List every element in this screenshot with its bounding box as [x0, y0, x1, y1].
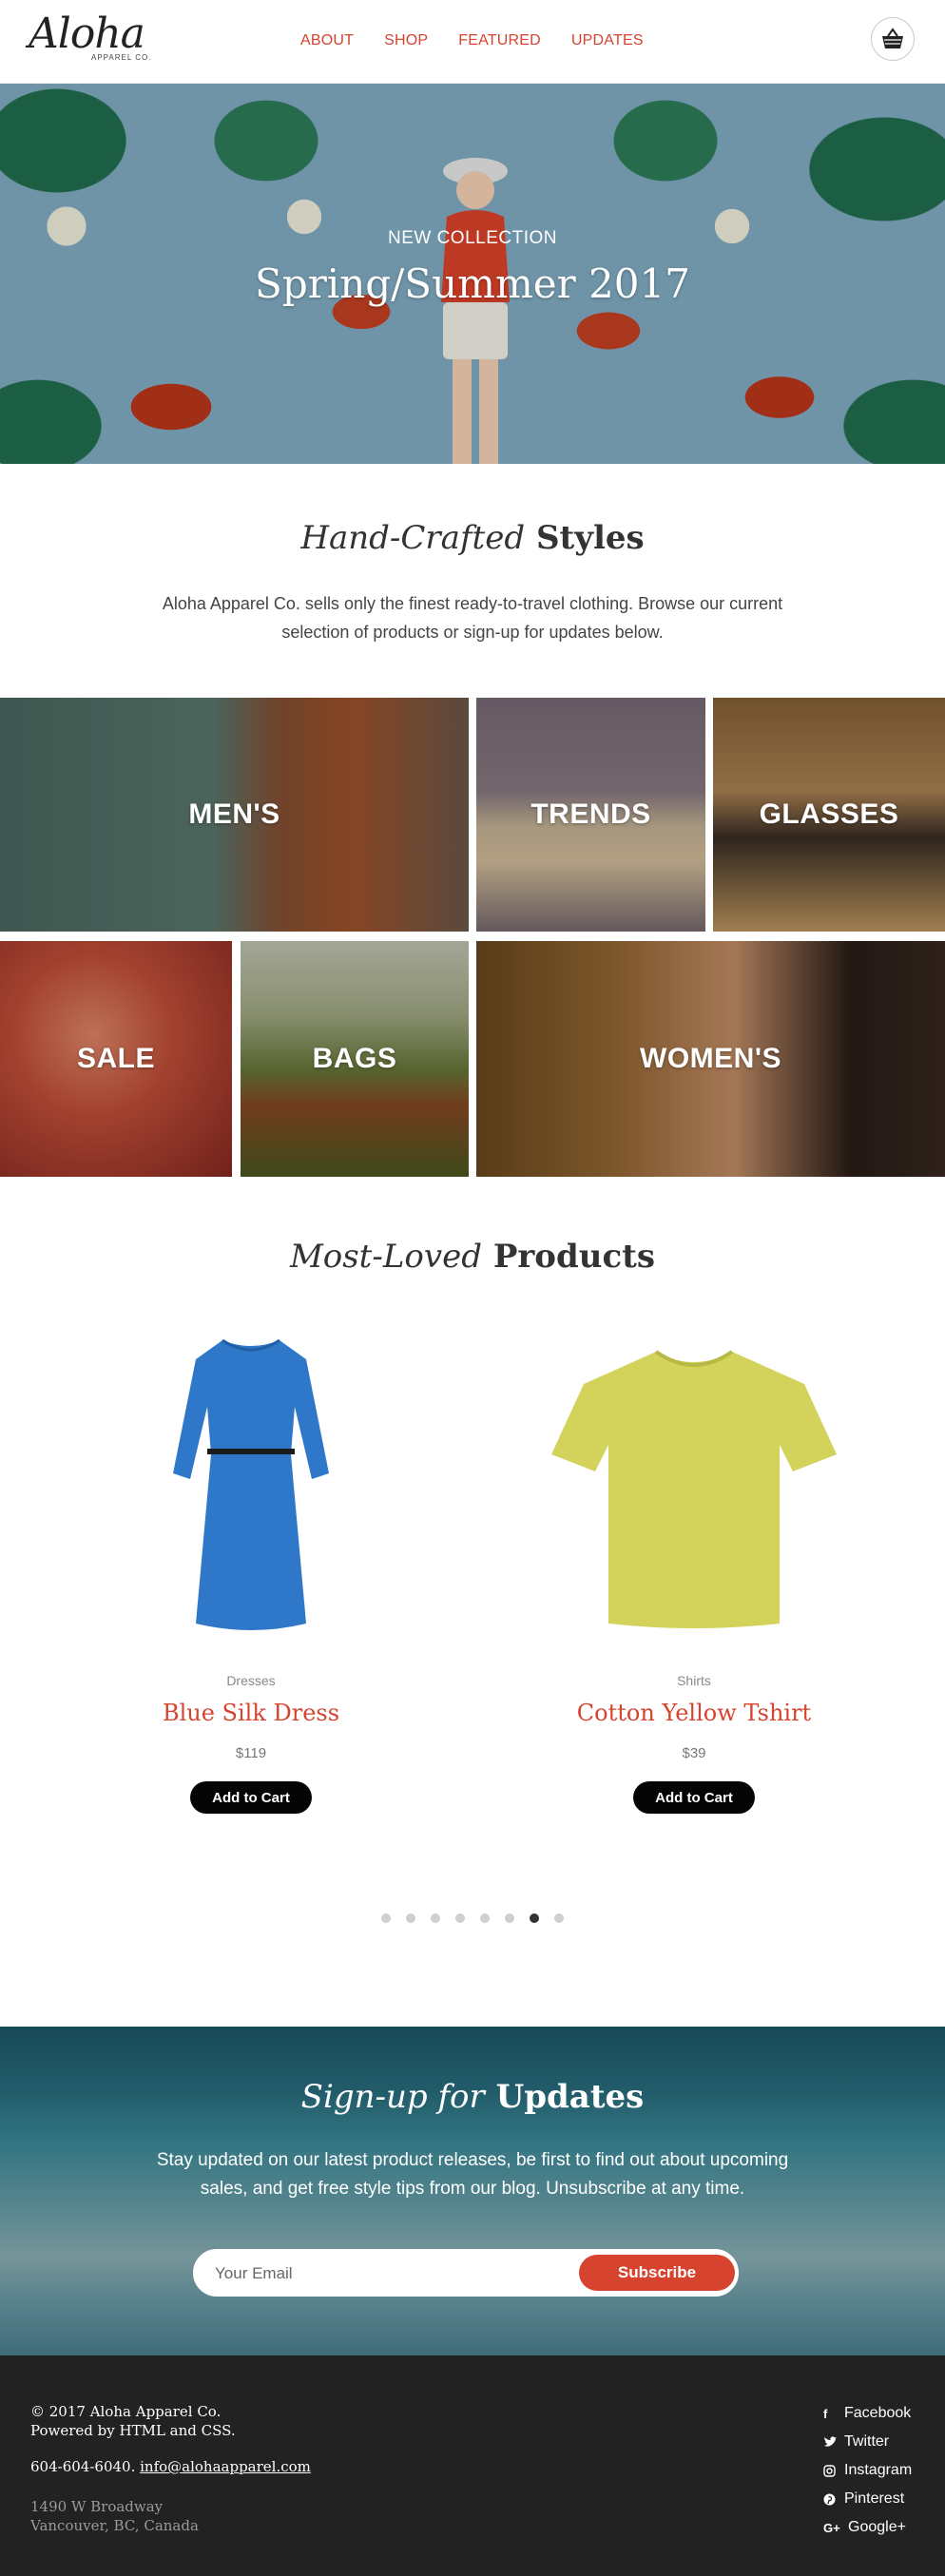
add-to-cart-button[interactable]: Add to Cart: [633, 1781, 755, 1814]
intro-text: Aloha Apparel Co. sells only the finest …: [162, 594, 783, 642]
product-price: $119: [235, 1745, 267, 1761]
product-category: Shirts: [677, 1673, 711, 1688]
intro-heading-bold: Styles: [535, 519, 645, 557]
social-label: Google+: [848, 2519, 906, 2535]
social-twitter[interactable]: Twitter: [823, 2428, 912, 2456]
products-heading: Most-Loved Products: [0, 1238, 945, 1276]
pinterest-icon: [823, 2493, 844, 2506]
products-heading-italic: Most-Loved: [289, 1238, 482, 1276]
category-label: BAGS: [312, 1043, 397, 1074]
carousel-dot[interactable]: [406, 1913, 415, 1923]
social-label: Instagram: [844, 2462, 913, 2478]
footer-address-line1: 1490 W Broadway: [30, 2498, 164, 2515]
category-tile-sale[interactable]: SALE: [0, 941, 232, 1177]
category-label: GLASSES: [759, 798, 899, 830]
hero-banner: NEW COLLECTION Spring/Summer 2017: [0, 84, 945, 464]
main-nav: ABOUT SHOP FEATURED UPDATES: [300, 32, 644, 49]
footer-contact: 604-604-6040. info@alohaapparel.com: [30, 2458, 311, 2475]
footer-phone: 604-604-6040.: [30, 2458, 136, 2475]
footer-copyright: © 2017 Aloha Apparel Co.: [30, 2403, 222, 2420]
carousel-dot[interactable]: [381, 1913, 391, 1923]
social-label: Twitter: [844, 2433, 890, 2450]
hero-title: Spring/Summer 2017: [255, 260, 690, 307]
carousel-dot[interactable]: [431, 1913, 440, 1923]
nav-shop[interactable]: SHOP: [384, 32, 428, 49]
nav-about[interactable]: ABOUT: [300, 32, 354, 49]
category-tile-bags[interactable]: BAGS: [241, 941, 469, 1177]
carousel-dot[interactable]: [455, 1913, 465, 1923]
nav-featured[interactable]: FEATURED: [458, 32, 541, 49]
product-name[interactable]: Cotton Yellow Tshirt: [523, 1700, 865, 1726]
category-tile-womens[interactable]: WOMEN'S: [476, 941, 945, 1177]
cart-button[interactable]: [871, 17, 915, 61]
category-label: TRENDS: [530, 798, 651, 830]
nav-updates[interactable]: UPDATES: [571, 32, 644, 49]
instagram-icon: [823, 2464, 844, 2477]
site-footer: © 2017 Aloha Apparel Co. Powered by HTML…: [0, 2355, 945, 2576]
footer-email-link[interactable]: info@alohaapparel.com: [140, 2458, 311, 2475]
subscribe-button[interactable]: Subscribe: [579, 2255, 735, 2291]
category-label: WOMEN'S: [640, 1043, 781, 1074]
product-price: $39: [682, 1745, 706, 1761]
carousel-dot-active[interactable]: [530, 1913, 539, 1923]
basket-icon: [882, 28, 903, 48]
yellow-tshirt-image[interactable]: [523, 1331, 865, 1644]
category-tile-glasses[interactable]: GLASSES: [713, 698, 945, 932]
social-pinterest[interactable]: Pinterest: [823, 2485, 912, 2513]
social-facebook[interactable]: f Facebook: [823, 2399, 912, 2428]
category-label: SALE: [76, 1043, 155, 1074]
product-category: Dresses: [226, 1673, 276, 1688]
signup-form: Subscribe: [193, 2249, 739, 2297]
products-heading-bold: Products: [492, 1238, 656, 1276]
social-label: Pinterest: [844, 2490, 905, 2507]
category-tile-mens[interactable]: MEN'S: [0, 698, 469, 932]
signup-heading-bold: Updates: [495, 2078, 645, 2116]
signup-heading: Sign-up for Updates: [0, 2078, 945, 2116]
email-input[interactable]: [215, 2262, 576, 2285]
footer-address-line2: Vancouver, BC, Canada: [30, 2517, 199, 2534]
signup-text: Stay updated on our latest product relea…: [156, 2150, 789, 2199]
social-links: f Facebook Twitter Instagram Pinterest G…: [823, 2399, 912, 2542]
hero-kicker: NEW COLLECTION: [387, 228, 558, 248]
signup-section: Sign-up for Updates Stay updated on our …: [0, 2027, 945, 2355]
intro-heading-italic: Hand-Crafted: [300, 519, 526, 557]
social-instagram[interactable]: Instagram: [823, 2456, 912, 2485]
footer-powered: Powered by HTML and CSS.: [30, 2422, 236, 2439]
site-header: Aloha APPAREL CO. ABOUT SHOP FEATURED UP…: [0, 0, 945, 84]
twitter-icon: [823, 2436, 844, 2448]
carousel-dot[interactable]: [505, 1913, 514, 1923]
logo[interactable]: Aloha APPAREL CO.: [29, 13, 162, 70]
add-to-cart-button[interactable]: Add to Cart: [190, 1781, 312, 1814]
logo-wordmark: Aloha: [29, 10, 145, 58]
carousel-dots: [0, 1913, 945, 1923]
carousel-dot[interactable]: [554, 1913, 564, 1923]
social-label: Facebook: [844, 2405, 912, 2421]
social-googleplus[interactable]: G+ Google+: [823, 2513, 912, 2542]
logo-subtitle: APPAREL CO.: [91, 53, 152, 62]
googleplus-icon: G+: [823, 2520, 840, 2535]
facebook-icon: f: [823, 2406, 828, 2421]
category-tile-trends[interactable]: TRENDS: [476, 698, 705, 932]
carousel-dot[interactable]: [480, 1913, 490, 1923]
blue-dress-image[interactable]: [80, 1331, 422, 1644]
intro-heading: Hand-Crafted Styles: [0, 519, 945, 557]
category-label: MEN'S: [188, 798, 280, 830]
signup-heading-italic: Sign-up for: [300, 2078, 485, 2116]
product-name[interactable]: Blue Silk Dress: [80, 1700, 422, 1726]
